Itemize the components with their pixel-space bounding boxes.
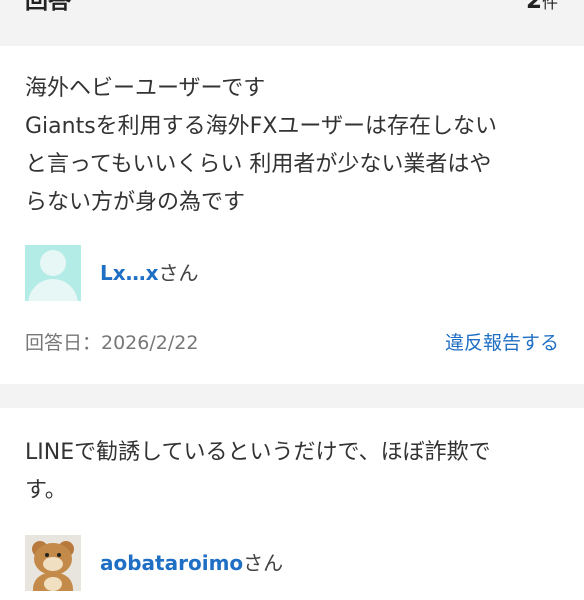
answer-date: 回答日：2026/2/22	[25, 332, 199, 354]
answerer-row[interactable]: Lx…xさん	[25, 245, 199, 301]
section-title: 回答	[25, 0, 71, 14]
answers-section-header: 回答 2件	[0, 0, 584, 46]
answer-card: LINEで勧誘しているというだけで、ほぼ詐欺で す。 aobataroimoさん	[0, 408, 584, 600]
answer-count-number: 2	[525, 0, 542, 14]
honorific-suffix: さん	[243, 551, 284, 575]
answer-body: 海外ヘビーユーザーです Giantsを利用する海外FXユーザーは存在しない と言…	[25, 76, 497, 215]
answerer-name-link[interactable]: aobataroimo	[100, 551, 243, 575]
answerer-name-link[interactable]: Lx…x	[100, 261, 159, 285]
bear-avatar-icon[interactable]	[25, 535, 81, 591]
answer-count-unit: 件	[541, 0, 558, 12]
answerer-row[interactable]: aobataroimoさん	[25, 535, 283, 591]
answer-body: LINEで勧誘しているというだけで、ほぼ詐欺で す。	[25, 440, 491, 503]
answerer-name[interactable]: aobataroimoさん	[100, 549, 283, 577]
report-violation-link[interactable]: 違反報告する	[445, 328, 559, 358]
default-avatar-icon[interactable]	[25, 245, 81, 301]
honorific-suffix: さん	[158, 261, 199, 285]
answer-meta: 回答日：2026/2/22 違反報告する	[25, 328, 559, 358]
answer-card: 海外ヘビーユーザーです Giantsを利用する海外FXユーザーは存在しない と言…	[0, 46, 584, 384]
answer-count: 2件	[526, 0, 558, 18]
answerer-name[interactable]: Lx…xさん	[100, 259, 199, 287]
